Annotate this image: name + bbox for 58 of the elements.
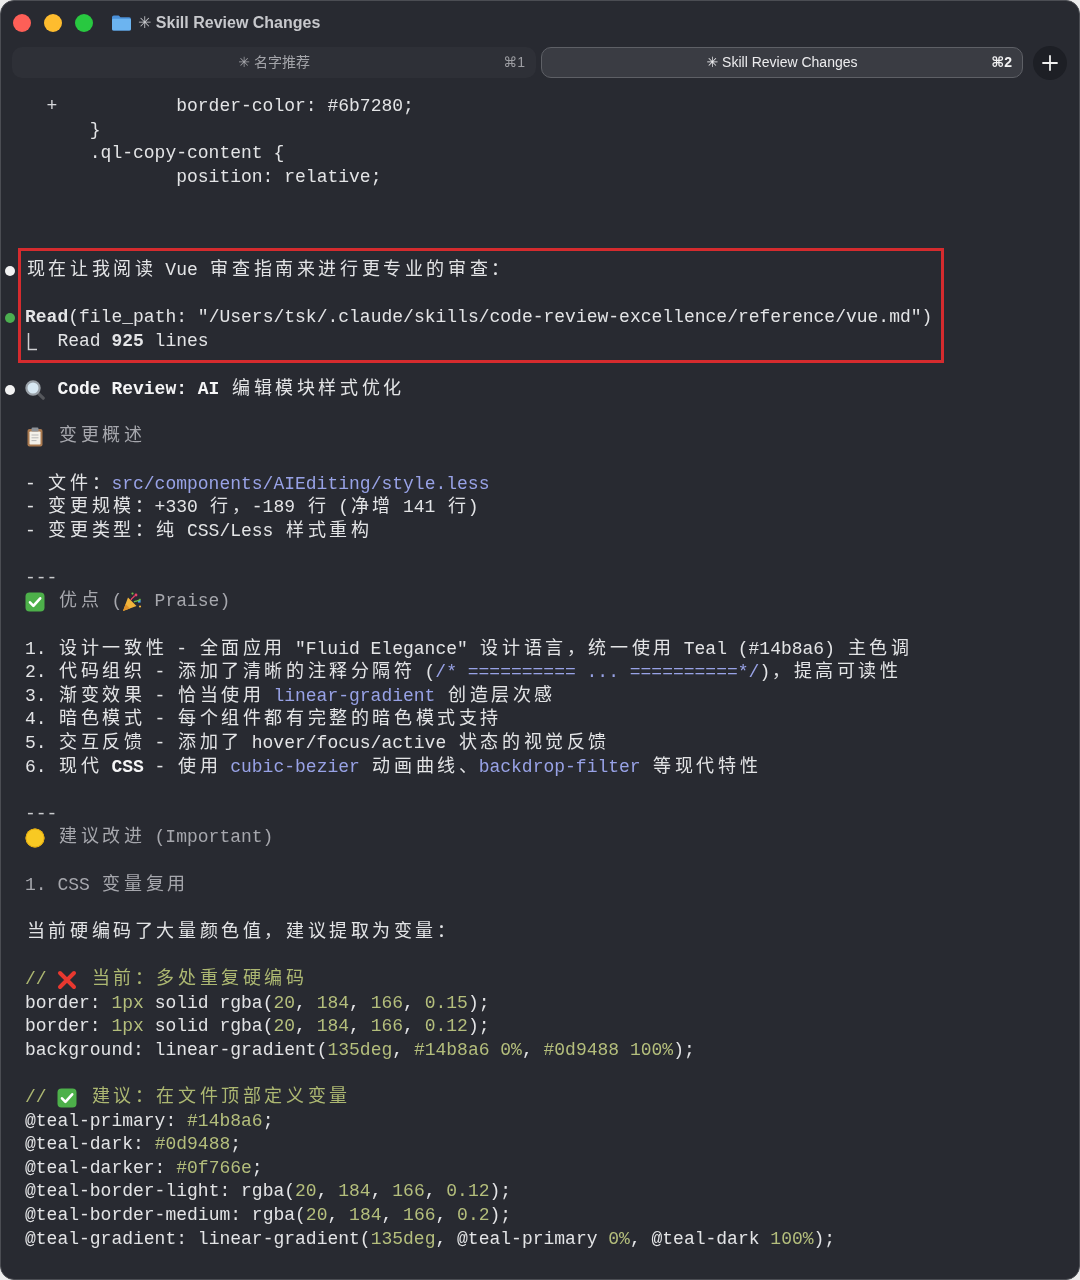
list-item: 6. 现代 CSS - 使用 cubic-bezier 动画曲线、backdrop-filter 等现代特性 [25,755,759,779]
circle-icon [25,828,45,849]
tab[interactable]: ✳ 名字推荐 ⌘1 [12,47,536,78]
code-line: border: 1px solid rgba(20, 184, 166, 0.15); [25,991,490,1015]
code-line: @teal-border-medium: rgba(20, 184, 166, 0.2); [25,1203,512,1227]
list-item: 1. 设计一致性 - 全面应用 "Fluid Elegance" 设计语言，统一使用 Teal (#14b8a6) 主色调 [25,637,910,661]
comment-marker: // [25,968,47,991]
code-line: border-color: #6b7280; [176,95,414,118]
section-heading: 建议改进 (Important) [58,826,274,850]
code-line: .ql-copy-content { [89,142,285,166]
markdown-rule: --- [25,802,58,826]
section-heading: 变更概述 [58,425,143,449]
code-line: @teal-gradient: linear-gradient(135deg, @teal-primary 0%, @teal-dark 100%); [25,1227,836,1251]
tool-call-line: Read(file_path: "/Users/tsk/.claude/skills/code-review-excellence/reference/vue.md") [25,306,933,330]
code-line: @teal-dark: #0d9488; [25,1133,242,1157]
subheading: 1. CSS 变量复用 [25,873,187,897]
tab[interactable]: ✳ Skill Review Changes ⌘2 [541,47,1023,78]
checkmark-icon [57,1087,78,1108]
markdown-rule: --- [25,566,58,590]
window-zoom-button[interactable] [75,14,93,32]
window-close-button[interactable] [13,14,31,32]
cross-mark-icon [57,969,78,990]
paragraph-text: 当前硬编码了大量颜色值，建议提取为变量： [25,920,457,944]
heading-tag: Praise) [154,590,231,615]
list-item: 4. 暗色模式 - 每个组件都有完整的暗色模式支持 [25,708,500,732]
new-tab-button[interactable] [1033,45,1067,80]
code-line: } [89,118,101,142]
list-item: 3. 渐变效果 - 恰当使用 linear-gradient 创造层次感 [25,684,554,708]
section-heading: 优点 ( [58,590,123,614]
code-comment: 建议：在文件顶部定义变量 [90,1085,349,1109]
code-line: background: linear-gradient(135deg, #14b8a6 0%, #0d9488 100%); [25,1038,695,1062]
list-item: 5. 交互反馈 - 添加了 hover/focus/active 状态的视觉反馈 [25,732,608,756]
party-popper-icon [122,592,143,613]
keyboard-shortcut: ⌘1 [503,53,525,72]
magnifier-icon [25,379,45,400]
checkmark-icon [25,592,45,613]
corner-connector-icon [27,332,37,351]
list-item: - 变更类型：纯 CSS/Less 样式重构 [25,519,370,543]
folder-icon [112,15,131,31]
tool-result: Read 925 lines [57,329,209,353]
code-line: border: 1px solid rgba(20, 184, 166, 0.12); [25,1015,490,1039]
review-title: Code Review: AI 编辑模块样式优化 [57,378,403,402]
code-comment: 当前：多处重复硬编码 [90,968,305,991]
diff-marker: + [46,96,58,116]
keyboard-shortcut: ⌘2 [991,53,1012,72]
list-item: - 变更规模：+330 行，-189 行 (净增 141 行) [25,496,479,520]
code-line: @teal-primary: #14b8a6; [25,1109,274,1133]
clipboard-icon [25,427,45,448]
list-item: 2. 代码组织 - 添加了清晰的注释分隔符 (/* ========== ... ==========*/)，提高可读性 [25,661,899,685]
list-item: - 文件：src/components/AIEditing/style.less [25,472,490,496]
window-minimize-button[interactable] [44,14,62,32]
code-line: @teal-border-light: rgba(20, 184, 166, 0.12); [25,1180,512,1204]
code-line: @teal-darker: #0f766e; [25,1156,263,1180]
comment-marker: // [25,1085,47,1109]
window-title: ✳ Skill Review Changes [138,13,321,33]
message-text: 现在让我阅读 Vue 审查指南来进行更专业的审查： [25,258,511,282]
plus-icon [1042,54,1058,71]
code-line: position: relative; [176,165,382,189]
